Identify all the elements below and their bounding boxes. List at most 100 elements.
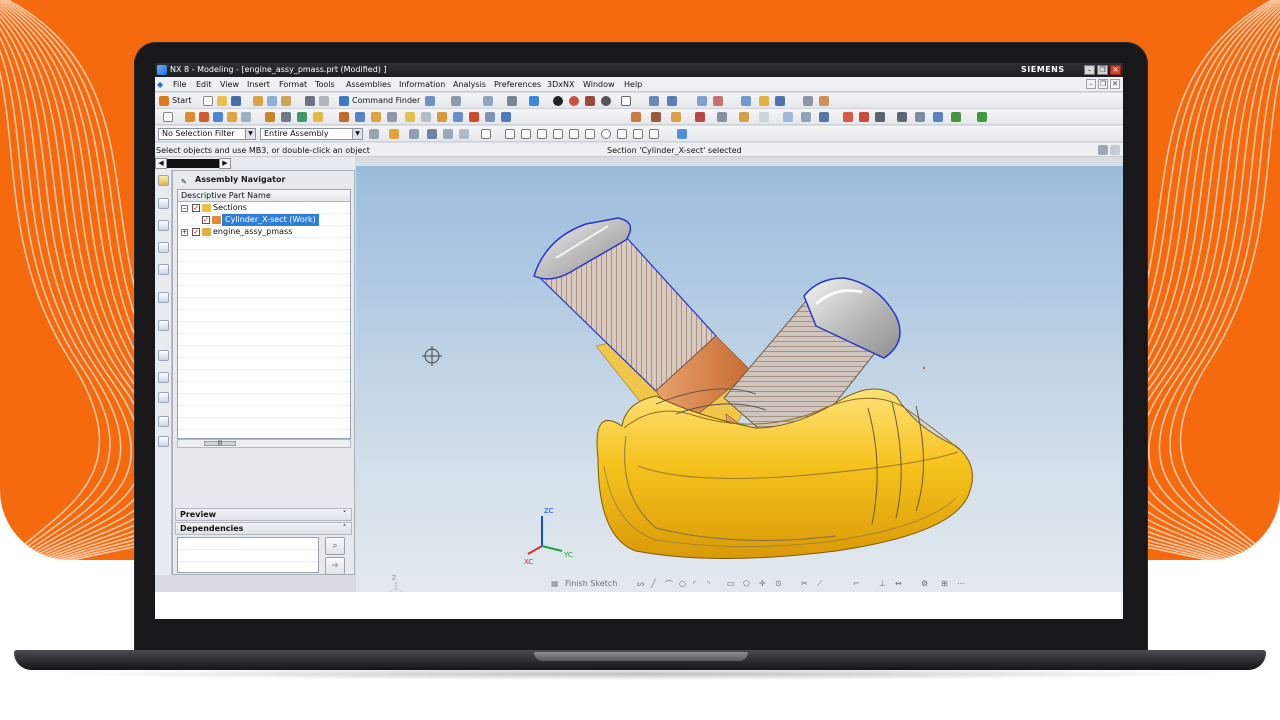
tree-row-cylinder-x-sect[interactable]: ✓ Cylinder_X-sect (Work): [178, 214, 350, 226]
point-icon[interactable]: ✛: [759, 579, 766, 588]
sequence-icon[interactable]: [759, 112, 769, 122]
nx-menu-icon[interactable]: ◆: [157, 80, 163, 89]
search-icon[interactable]: ⌕: [325, 537, 345, 555]
surface-icon[interactable]: [801, 112, 811, 122]
start-icon[interactable]: [159, 96, 169, 106]
analysis-icon[interactable]: [803, 96, 813, 106]
menu-window[interactable]: Window: [583, 80, 615, 89]
redo-icon[interactable]: [319, 96, 329, 106]
rectangle-select-icon[interactable]: [481, 129, 491, 139]
mid-point-icon[interactable]: [537, 129, 547, 139]
doc-minimize-icon[interactable]: –: [1086, 79, 1096, 89]
roles-tab-icon[interactable]: [158, 416, 169, 427]
point-on-face-icon[interactable]: [633, 129, 643, 139]
shaded-cube-icon[interactable]: [529, 96, 539, 106]
rectangle-icon[interactable]: ▭: [727, 579, 735, 588]
intersect-icon[interactable]: [297, 112, 307, 122]
doc-restore-icon[interactable]: ❐: [1098, 79, 1108, 89]
select-bodies-icon[interactable]: [443, 129, 453, 139]
measure-distance-icon[interactable]: [875, 112, 885, 122]
chevron-right-icon[interactable]: ▶: [219, 158, 231, 169]
command-finder-button[interactable]: Command Finder: [352, 96, 420, 105]
mesh-icon[interactable]: [843, 112, 853, 122]
menu-information[interactable]: Information: [399, 80, 445, 89]
table-icon[interactable]: [915, 112, 925, 122]
draft-icon[interactable]: [371, 112, 381, 122]
collapse-icon[interactable]: −: [181, 205, 188, 212]
assembly-navigator-tab-icon[interactable]: [158, 175, 169, 186]
heal-icon[interactable]: [859, 112, 869, 122]
chamfer-icon[interactable]: [339, 112, 349, 122]
menu-format[interactable]: Format: [279, 80, 307, 89]
checkbox-icon[interactable]: ✓: [192, 204, 200, 212]
lighting-icon[interactable]: [601, 96, 611, 106]
column-header[interactable]: Descriptive Part Name: [178, 190, 350, 202]
display-mode-icon[interactable]: [621, 96, 631, 106]
dimension-icon[interactable]: ↔: [895, 579, 902, 588]
layer-icon[interactable]: [697, 96, 707, 106]
chevron-left-icon[interactable]: ◀: [155, 158, 167, 169]
minimize-icon[interactable]: –: [1084, 65, 1095, 75]
circle-icon[interactable]: ○: [679, 579, 686, 588]
menu-analysis[interactable]: Analysis: [453, 80, 486, 89]
move-face-icon[interactable]: [501, 112, 511, 122]
close-icon[interactable]: ✕: [1110, 65, 1121, 75]
update-icon[interactable]: [977, 112, 987, 122]
web-browser-tab-icon[interactable]: [158, 292, 169, 303]
quadrant-point-icon[interactable]: [601, 129, 611, 139]
snap-point-icon[interactable]: [505, 129, 515, 139]
clearance-icon[interactable]: [717, 112, 727, 122]
graphics-viewport[interactable]: ZC XC YC Z X Y: [356, 166, 1123, 592]
copy-icon[interactable]: [267, 96, 277, 106]
fillet-icon[interactable]: ◜: [693, 579, 696, 588]
save-icon[interactable]: [231, 96, 241, 106]
doc-close-icon[interactable]: ✕: [1110, 79, 1120, 89]
constraint-icon[interactable]: [651, 112, 661, 122]
checkbox-icon[interactable]: ✓: [202, 216, 210, 224]
general-selection-icon[interactable]: [369, 129, 379, 139]
sketch-icon[interactable]: ▦: [551, 579, 559, 588]
hole-icon[interactable]: [227, 112, 237, 122]
orient-view-icon[interactable]: [649, 96, 659, 106]
system-scenes-tab-icon[interactable]: [158, 436, 169, 447]
datum-plane-icon[interactable]: [213, 112, 223, 122]
edge-blend-icon[interactable]: [313, 112, 323, 122]
sketch-settings-icon[interactable]: ⊞: [941, 579, 948, 588]
quick-extend-icon[interactable]: ⟋: [817, 579, 823, 589]
snap-view-icon[interactable]: [667, 96, 677, 106]
profile-icon[interactable]: ᔕ: [637, 579, 644, 588]
history-tab-icon[interactable]: [158, 320, 169, 331]
finish-sketch-button[interactable]: Finish Sketch: [565, 579, 617, 588]
subtract-icon[interactable]: [281, 112, 291, 122]
select-curves-icon[interactable]: [459, 129, 469, 139]
chamfer-icon[interactable]: ◝: [707, 579, 710, 588]
trim-body-icon[interactable]: [387, 112, 397, 122]
material-icon[interactable]: [585, 96, 595, 106]
engine-model-render[interactable]: ZC XC YC Z X Y: [356, 166, 1123, 592]
arc-center-icon[interactable]: [585, 129, 595, 139]
auto-constrain-icon[interactable]: ⚙: [921, 579, 928, 588]
expand-icon[interactable]: +: [181, 229, 188, 236]
offset-curve-icon[interactable]: ⊙: [775, 579, 782, 588]
sketch-more-icon[interactable]: ⋯: [957, 579, 965, 588]
revolve-icon[interactable]: [199, 112, 209, 122]
menu-assemblies[interactable]: Assemblies: [346, 80, 391, 89]
menu-help[interactable]: Help: [624, 80, 642, 89]
new-file-icon[interactable]: [203, 96, 213, 106]
process-studio-tab-icon[interactable]: [158, 372, 169, 383]
show-hide-icon[interactable]: [713, 96, 723, 106]
select-tool-icon[interactable]: [451, 96, 461, 106]
check-mate-icon[interactable]: [951, 112, 961, 122]
curve-icon[interactable]: [783, 112, 793, 122]
menu-edit[interactable]: Edit: [196, 80, 212, 89]
part-navigator-tab-icon[interactable]: [158, 220, 169, 231]
preview-section-header[interactable]: Preview ˅: [175, 508, 352, 521]
wcs-icon[interactable]: [759, 96, 769, 106]
menu-3dxnx[interactable]: 3DxNX: [547, 80, 574, 89]
shell-icon[interactable]: [355, 112, 365, 122]
exploded-view-icon[interactable]: [739, 112, 749, 122]
system-materials-tab-icon[interactable]: [158, 350, 169, 361]
command-finder-icon[interactable]: [339, 96, 349, 106]
pattern-icon[interactable]: [405, 112, 415, 122]
selection-filter-select[interactable]: No Selection Filter ▼: [158, 128, 256, 140]
